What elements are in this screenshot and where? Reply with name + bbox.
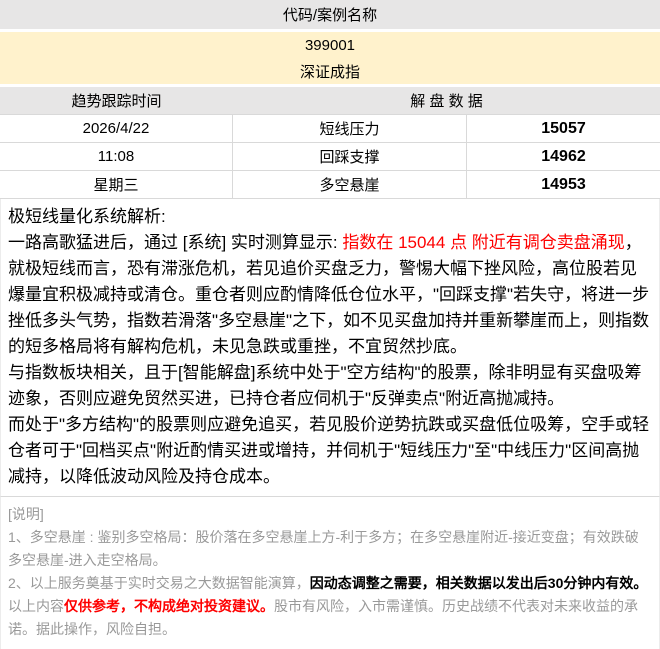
table-row: 11:08 回踩支撑 14962 (0, 143, 660, 171)
note-item-disclaimer: 2、以上服务奠基于实时交易之大数据智能演算，因动态调整之需要，相关数据以发出后3… (8, 572, 652, 641)
notes-section: [说明] 1、多空悬崖 : 鉴别多空格局：股价落在多空悬崖上方-利于多方；在多空… (0, 497, 660, 649)
stock-analysis-report: 代码/案例名称 399001 深证成指 趋势跟踪时间 解 盘 数 据 2026/… (0, 0, 660, 649)
indicator-label-cell: 短线压力 (233, 115, 467, 142)
analysis-paragraph-main: 一路高歌猛进后，通过 [系统] 实时测算显示: 指数在 15044 点 附近有调… (8, 230, 652, 360)
indicator-label-cell: 多空悬崖 (233, 171, 467, 198)
alert-text: 指数在 15044 点 附近有调仓卖盘涌现 (342, 233, 624, 252)
trend-time-cell: 11:08 (0, 143, 233, 170)
indicator-value-cell: 15057 (467, 115, 660, 142)
disclaimer-gray-text: 以上内容 (8, 598, 64, 614)
table-row: 2026/4/22 短线压力 15057 (0, 115, 660, 143)
disclaimer-bold-text: 因动态调整之需要，相关数据以发出后30分钟内有效。 (310, 575, 648, 591)
notes-label: [说明] (8, 503, 652, 526)
note-item-definition: 1、多空悬崖 : 鉴别多空格局：股价落在多空悬崖上方-利于多方；在多空悬崖附近-… (8, 526, 652, 572)
analysis-paragraph-long-structure: 而处于"多方结构"的股票则应避免追买，若见股价逆势抗跌或买盘低位吸筹，空手或轻仓… (8, 412, 652, 490)
indicator-value-cell: 14953 (467, 171, 660, 198)
report-header-title: 代码/案例名称 (283, 4, 377, 25)
trend-time-cell: 星期三 (0, 171, 233, 198)
analysis-lead-text: 一路高歌猛进后，通过 [系统] 实时测算显示: (8, 233, 342, 252)
indicator-table: 2026/4/22 短线压力 15057 11:08 回踩支撑 14962 星期… (0, 114, 660, 199)
stock-code: 399001 (0, 32, 660, 58)
table-row: 星期三 多空悬崖 14953 (0, 171, 660, 199)
analysis-title: 极短线量化系统解析: (8, 204, 652, 230)
analysis-section: 极短线量化系统解析: 一路高歌猛进后，通过 [系统] 实时测算显示: 指数在 1… (0, 199, 660, 497)
disclaimer-red-warning-text: 仅供参考，不构成绝对投资建议。 (64, 598, 274, 614)
disclaimer-gray-text: 2、以上服务奠基于实时交易之大数据智能演算， (8, 575, 310, 591)
time-column-header: 趋势跟踪时间 (0, 90, 233, 111)
column-header-row: 趋势跟踪时间 解 盘 数 据 (0, 87, 660, 114)
stock-name: 深证成指 (0, 58, 660, 84)
analysis-paragraph-short-structure: 与指数板块相关，且于[智能解盘]系统中处于"空方结构"的股票，除非明显有买盘吸筹… (8, 360, 652, 412)
indicator-label-cell: 回踩支撑 (233, 143, 467, 170)
indicator-value-cell: 14962 (467, 143, 660, 170)
stock-identity-block: 399001 深证成指 (0, 32, 660, 84)
trend-time-cell: 2026/4/22 (0, 115, 233, 142)
data-column-header: 解 盘 数 据 (233, 90, 660, 111)
report-header-row: 代码/案例名称 (0, 0, 660, 29)
